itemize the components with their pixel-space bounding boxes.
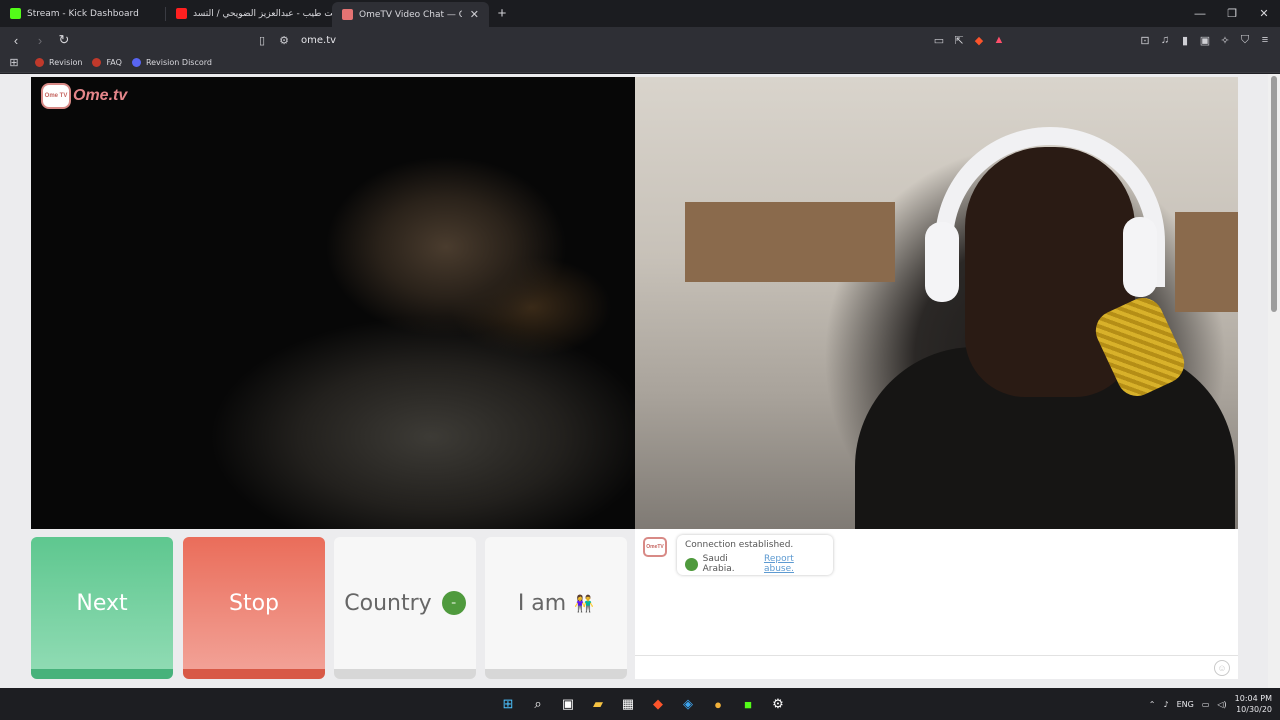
vpn-icon[interactable]: ⛉ [1238, 33, 1252, 47]
country-name: Saudi Arabia. [702, 554, 735, 574]
tab-kick-dashboard[interactable]: Stream - Kick Dashboard [0, 0, 165, 27]
bookmark-revision-discord[interactable]: Revision Discord [131, 58, 212, 67]
faq-icon [92, 58, 102, 67]
emoji-icon[interactable]: ☺ [1214, 660, 1230, 676]
task-view-icon[interactable]: ▣ [556, 692, 580, 716]
ometv-logo[interactable]: Ome TV Ome.tv [41, 83, 127, 109]
brave-browser-icon[interactable]: ◆ [646, 692, 670, 716]
mic-icon[interactable]: ♪ [1163, 700, 1168, 709]
forward-icon[interactable]: › [30, 30, 50, 50]
wallet-icon[interactable]: ▣ [1198, 33, 1212, 47]
address-toolbar: ‹ › ↻ ▯ ⚙ ome.tv ▭ ⇱ ◆ ▲ ⊡ ♫ ▮ ▣ ✧ ⛉ ≡ [0, 27, 1280, 53]
connection-status: Connection established. [685, 540, 794, 550]
system-message: Connection established. Saudi Arabia. Re… [677, 535, 833, 575]
toolbar-right: ▭ ⇱ ◆ ▲ ⊡ ♫ ▮ ▣ ✧ ⛉ ≡ [932, 30, 1272, 50]
page-scrollbar[interactable] [1268, 74, 1280, 688]
tab-title: OmeTV Video Chat — Omeg [359, 9, 462, 20]
bookmark-icon[interactable]: ▯ [255, 33, 269, 47]
leo-icon[interactable]: ✧ [1218, 33, 1232, 47]
chat-panel: OmeTV Connection established. Saudi Arab… [635, 529, 1238, 679]
clock[interactable]: 10:04 PM 10/30/20 [1235, 693, 1272, 715]
url-bar[interactable]: ▯ ⚙ ome.tv [255, 30, 1000, 50]
brave-shield-icon[interactable]: ◆ [972, 33, 986, 47]
tab-title: أنت طيب - عبدالعزيز الضويحي / التسد [193, 8, 332, 19]
chevron-up-icon[interactable]: ⌃ [1149, 700, 1156, 709]
music-icon[interactable]: ♫ [1158, 33, 1172, 47]
windows-taskbar: ⊞ ⌕ ▣ ▰ ▦ ◆ ◈ ● ■ ⚙ ⌃ ♪ ENG ▭ ◁) 10:04 P… [0, 688, 1280, 720]
kick-app-icon[interactable]: ■ [736, 692, 760, 716]
close-tab-icon[interactable]: ✕ [470, 8, 479, 21]
ometv-avatar-icon: OmeTV [643, 537, 667, 557]
reload-icon[interactable]: ↻ [54, 30, 74, 50]
saudi-flag-icon [685, 557, 698, 571]
sidebar-icon[interactable]: ▮ [1178, 33, 1192, 47]
site-info-icon[interactable]: ⚙ [277, 33, 291, 47]
vscode-icon[interactable]: ◈ [676, 692, 700, 716]
display-icon[interactable]: ▭ [1202, 700, 1210, 709]
search-icon[interactable]: ⌕ [526, 692, 550, 716]
share-icon[interactable]: ⇱ [952, 33, 966, 47]
stranger-video: Ome TV Ome.tv [31, 77, 635, 529]
volume-icon[interactable]: ◁) [1217, 700, 1226, 709]
bookmarks-bar: ⊞ Revision FAQ Revision Discord [0, 53, 1280, 73]
close-window-icon[interactable]: ✕ [1248, 0, 1280, 27]
country-button[interactable]: Country ═ [334, 537, 476, 679]
apps-grid-icon[interactable]: ⊞ [7, 56, 21, 70]
tab-bar: Stream - Kick Dashboard أنت طيب - عبدالع… [0, 0, 1280, 27]
couple-icon: 👫 [574, 593, 595, 613]
menu-icon[interactable]: ≡ [1258, 33, 1272, 47]
video-area: Ome TV Ome.tv [31, 77, 1238, 529]
app-icon[interactable]: ● [706, 692, 730, 716]
ometv-icon [342, 9, 353, 20]
bookmark-faq[interactable]: FAQ [92, 58, 122, 67]
window-controls: — ❐ ✕ [1184, 0, 1280, 27]
windows-start-icon[interactable]: ⊞ [496, 692, 520, 716]
back-icon[interactable]: ‹ [6, 30, 26, 50]
minimize-icon[interactable]: — [1184, 0, 1216, 27]
saudi-flag-icon: ═ [441, 591, 466, 615]
gender-button[interactable]: I am 👫 [485, 537, 627, 679]
ometv-page: Ome TV Ome.tv Next Stop Country ═ I am 👫… [0, 74, 1280, 688]
cast-icon[interactable]: ▭ [932, 33, 946, 47]
self-video [635, 77, 1238, 529]
chat-input[interactable]: ☺ [635, 655, 1238, 679]
tab-ometv[interactable]: OmeTV Video Chat — Omeg ✕ [332, 2, 489, 27]
scrollbar-thumb[interactable] [1271, 76, 1277, 312]
revision-icon [35, 58, 44, 67]
tab-title: Stream - Kick Dashboard [27, 8, 139, 19]
store-icon[interactable]: ▦ [616, 692, 640, 716]
discord-icon [131, 58, 141, 67]
settings-icon[interactable]: ⚙ [766, 692, 790, 716]
logo-text: Ome.tv [73, 87, 128, 104]
report-abuse-link[interactable]: Report abuse. [764, 554, 825, 574]
youtube-icon [176, 8, 187, 19]
plus-icon[interactable]: + [489, 0, 515, 27]
language-indicator[interactable]: ENG [1177, 700, 1194, 709]
ometv-badge-icon: Ome TV [41, 83, 71, 109]
file-explorer-icon[interactable]: ▰ [586, 692, 610, 716]
next-button[interactable]: Next [31, 537, 173, 679]
clock-date: 10/30/20 [1236, 705, 1272, 714]
restore-icon[interactable]: ❐ [1216, 0, 1248, 27]
clock-time: 10:04 PM [1234, 694, 1272, 703]
screenshot-icon[interactable]: ⊡ [1138, 33, 1152, 47]
url-text[interactable]: ome.tv [301, 35, 336, 46]
kick-icon [10, 8, 21, 19]
system-tray: ⌃ ♪ ENG ▭ ◁) 10:04 PM 10/30/20 [1149, 690, 1272, 718]
stop-button[interactable]: Stop [183, 537, 325, 679]
brave-rewards-icon[interactable]: ▲ [992, 33, 1006, 47]
taskbar-apps: ⊞ ⌕ ▣ ▰ ▦ ◆ ◈ ● ■ ⚙ [496, 692, 790, 716]
bookmark-revision[interactable]: Revision [35, 58, 82, 67]
tab-youtube[interactable]: أنت طيب - عبدالعزيز الضويحي / التسد [166, 0, 332, 27]
